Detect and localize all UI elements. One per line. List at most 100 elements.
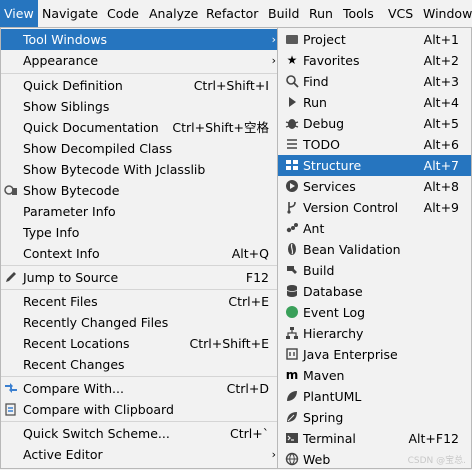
menu-item-label: Quick Switch Scheme... bbox=[23, 426, 170, 441]
menu-item-compare-with[interactable]: Compare With... Ctrl+D bbox=[1, 378, 278, 399]
menu-item-show-bytecode-jclasslib[interactable]: Show Bytecode With Jclasslib bbox=[1, 159, 278, 180]
menu-item-label: Recently Changed Files bbox=[23, 315, 169, 330]
bean-validation-icon bbox=[285, 242, 299, 256]
menu-item-show-bytecode[interactable]: Show Bytecode bbox=[1, 180, 278, 201]
menu-item-recent-locations[interactable]: Recent Locations Ctrl+Shift+E bbox=[1, 333, 278, 354]
menu-item-quick-definition[interactable]: Quick Definition Ctrl+Shift+I bbox=[1, 75, 278, 96]
shortcut-label: Ctrl+D bbox=[226, 381, 269, 396]
menu-item-compare-clipboard[interactable]: Compare with Clipboard bbox=[1, 399, 278, 420]
menu-item-label: Version Control bbox=[303, 200, 399, 215]
menu-item-label: Context Info bbox=[23, 246, 100, 261]
menu-item-label: Compare with Clipboard bbox=[23, 402, 174, 417]
menu-run[interactable]: Run bbox=[305, 0, 337, 27]
tool-window-plantuml[interactable]: PlantUML bbox=[278, 386, 471, 407]
menu-item-label: Appearance bbox=[23, 53, 99, 68]
tool-window-structure[interactable]: Structure Alt+7 bbox=[278, 155, 471, 176]
menu-item-label: Jump to Source bbox=[23, 270, 119, 285]
menu-item-label: PlantUML bbox=[303, 389, 362, 404]
menu-item-recently-changed-files[interactable]: Recently Changed Files bbox=[1, 312, 278, 333]
tool-window-maven[interactable]: m Maven bbox=[278, 365, 471, 386]
separator bbox=[1, 421, 278, 422]
shortcut-label: Alt+8 bbox=[423, 179, 459, 194]
menu-item-appearance[interactable]: Appearance › bbox=[1, 50, 278, 71]
menu-window[interactable]: Window bbox=[419, 0, 472, 27]
menu-item-recent-files[interactable]: Recent Files Ctrl+E bbox=[1, 291, 278, 312]
menu-item-label: Favorites bbox=[303, 53, 360, 68]
menu-item-label: Show Bytecode bbox=[23, 183, 120, 198]
menu-item-label: Terminal bbox=[303, 431, 356, 446]
ant-icon bbox=[285, 221, 299, 235]
menu-item-label: Ant bbox=[303, 221, 325, 236]
terminal-icon bbox=[285, 431, 299, 445]
menu-item-label: Parameter Info bbox=[23, 204, 116, 219]
shortcut-label: Alt+1 bbox=[423, 32, 459, 47]
shortcut-label: Alt+Q bbox=[231, 246, 269, 261]
tool-window-version-control[interactable]: Version Control Alt+9 bbox=[278, 197, 471, 218]
search-icon bbox=[285, 74, 299, 88]
menu-vcs[interactable]: VCS bbox=[384, 0, 417, 27]
tool-window-spring[interactable]: Spring bbox=[278, 407, 471, 428]
chevron-right-icon: › bbox=[271, 33, 276, 46]
menu-item-type-info[interactable]: Type Info bbox=[1, 222, 278, 243]
tool-window-java-enterprise[interactable]: Java Enterprise bbox=[278, 344, 471, 365]
tool-window-event-log[interactable]: Event Log bbox=[278, 302, 471, 323]
separator bbox=[1, 376, 278, 377]
tool-window-todo[interactable]: TODO Alt+6 bbox=[278, 134, 471, 155]
menu-item-label: Show Bytecode With Jclasslib bbox=[23, 162, 206, 177]
tool-window-database[interactable]: Database bbox=[278, 281, 471, 302]
menu-item-parameter-info[interactable]: Parameter Info bbox=[1, 201, 278, 222]
tool-window-hierarchy[interactable]: Hierarchy bbox=[278, 323, 471, 344]
menu-item-jump-to-source[interactable]: Jump to Source F12 bbox=[1, 267, 278, 288]
menu-item-show-decompiled-class[interactable]: Show Decompiled Class bbox=[1, 138, 278, 159]
menu-item-label: Services bbox=[303, 179, 356, 194]
menu-refactor[interactable]: Refactor bbox=[202, 0, 262, 27]
menu-item-recent-changes[interactable]: Recent Changes bbox=[1, 354, 278, 375]
watermark: CSDN @宝总. bbox=[407, 456, 466, 466]
menu-analyze[interactable]: Analyze bbox=[145, 0, 202, 27]
menu-bar: View Navigate Code Analyze Refactor Buil… bbox=[0, 0, 472, 28]
separator bbox=[1, 289, 278, 290]
menu-view[interactable]: View bbox=[0, 0, 38, 27]
tool-window-ant[interactable]: Ant bbox=[278, 218, 471, 239]
menu-item-active-editor[interactable]: Active Editor › bbox=[1, 444, 278, 465]
menu-item-show-siblings[interactable]: Show Siblings bbox=[1, 96, 278, 117]
database-icon bbox=[285, 284, 299, 298]
maven-icon: m bbox=[285, 368, 299, 382]
menu-item-label: Run bbox=[303, 95, 327, 110]
pencil-icon bbox=[4, 270, 18, 284]
menu-navigate[interactable]: Navigate bbox=[38, 0, 102, 27]
tool-window-services[interactable]: Services Alt+8 bbox=[278, 176, 471, 197]
version-control-icon bbox=[285, 200, 299, 214]
menu-item-label: Quick Definition bbox=[23, 78, 123, 93]
menu-item-label: Debug bbox=[303, 116, 345, 131]
tool-window-debug[interactable]: Debug Alt+5 bbox=[278, 113, 471, 134]
menu-item-context-info[interactable]: Context Info Alt+Q bbox=[1, 243, 278, 264]
menu-build[interactable]: Build bbox=[264, 0, 303, 27]
tool-window-bean-validation[interactable]: Bean Validation bbox=[278, 239, 471, 260]
shortcut-label: Alt+6 bbox=[423, 137, 459, 152]
menu-item-label: Recent Changes bbox=[23, 357, 125, 372]
tool-window-favorites[interactable]: ★ Favorites Alt+2 bbox=[278, 50, 471, 71]
menu-item-label: TODO bbox=[303, 137, 340, 152]
tool-window-run[interactable]: Run Alt+4 bbox=[278, 92, 471, 113]
debug-icon bbox=[285, 116, 299, 130]
shortcut-label: Alt+7 bbox=[423, 158, 459, 173]
tool-window-build[interactable]: Build bbox=[278, 260, 471, 281]
menu-item-quick-documentation[interactable]: Quick Documentation Ctrl+Shift+空格 bbox=[1, 117, 278, 138]
shortcut-label: Alt+F12 bbox=[408, 431, 460, 446]
shortcut-label: Ctrl+E bbox=[228, 294, 269, 309]
tool-window-project[interactable]: Project Alt+1 bbox=[278, 29, 471, 50]
menu-code[interactable]: Code bbox=[103, 0, 143, 27]
shortcut-label: Alt+5 bbox=[423, 116, 459, 131]
tool-window-terminal[interactable]: Terminal Alt+F12 bbox=[278, 428, 471, 449]
menu-item-quick-switch-scheme[interactable]: Quick Switch Scheme... Ctrl+` bbox=[1, 423, 278, 444]
shortcut-label: F12 bbox=[245, 270, 269, 285]
menu-item-tool-windows[interactable]: Tool Windows › bbox=[1, 29, 278, 50]
tool-window-find[interactable]: Find Alt+3 bbox=[278, 71, 471, 92]
shortcut-label: Ctrl+` bbox=[230, 426, 269, 441]
menu-item-label: Compare With... bbox=[23, 381, 124, 396]
menu-tools[interactable]: Tools bbox=[339, 0, 378, 27]
tool-windows-submenu: Project Alt+1 ★ Favorites Alt+2 Find Alt… bbox=[277, 27, 472, 469]
menu-item-label: Spring bbox=[303, 410, 344, 425]
shortcut-label: Alt+9 bbox=[423, 200, 459, 215]
